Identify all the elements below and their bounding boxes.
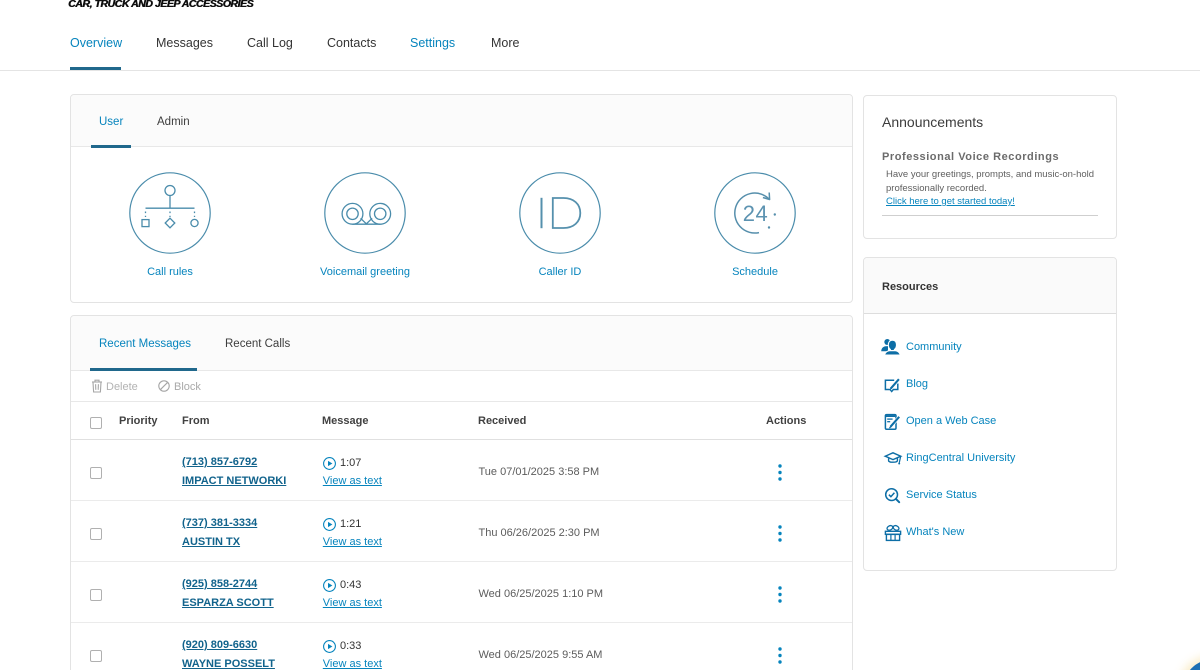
svg-text:24: 24 <box>743 201 768 226</box>
